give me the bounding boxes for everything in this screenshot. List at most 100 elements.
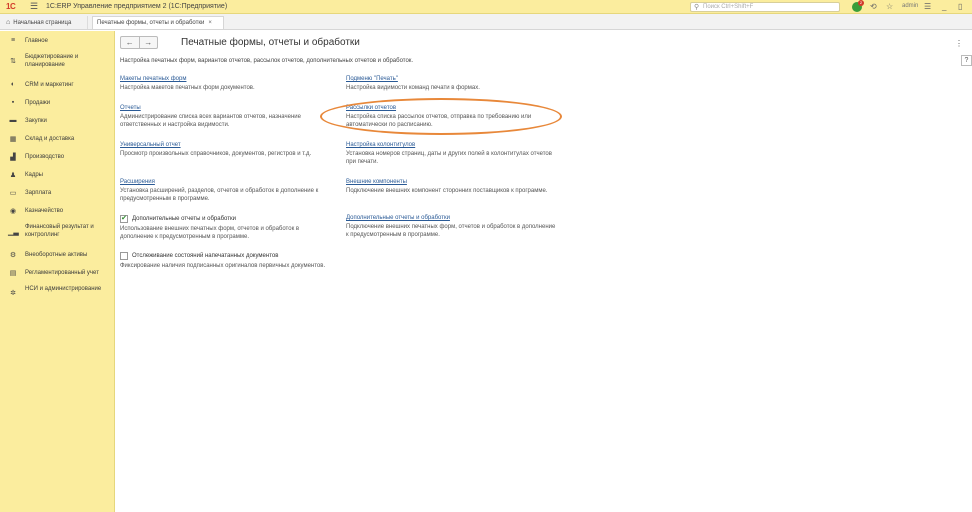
sidebar-item-budgeting[interactable]: ⇅ Бюджетирование и планирование [0,53,115,71]
sidebar-item-finance[interactable]: ▁▃ Финансовый результат и контроллинг [0,223,115,241]
search-input[interactable]: ⚲ Поиск Ctrl+Shift+F [690,2,840,12]
production-icon: ▟ [10,154,16,161]
additional-reports-section: Дополнительные отчеты и обработки Подклю… [346,215,556,239]
sales-icon: ▪ [11,99,15,106]
page-title: Печатные формы, отчеты и обработки [181,37,360,48]
sidebar-item-treasury[interactable]: ◉ Казначейство [0,205,115,217]
favorites-icon[interactable]: ☆ [886,2,893,11]
headers-footers-section: Настройка колонтитулов Установка номеров… [346,142,556,166]
sidebar-item-label: Финансовый результат и контроллинг [25,224,94,238]
sidebar-item-label: Внеоборотные активы [25,252,88,258]
print-tracking-checkbox-label[interactable]: Отслеживание состояний напечатанных доку… [132,253,278,259]
help-button[interactable]: ? [961,55,972,66]
print-templates-desc: Настройка макетов печатных форм документ… [120,85,255,91]
more-actions-button[interactable]: ⋮ [955,39,963,48]
print-templates-link[interactable]: Макеты печатных форм [120,76,330,82]
nav-buttons: ← → [120,36,158,49]
additional-reports-checkbox-label[interactable]: Дополнительные отчеты и обработки [132,216,236,222]
print-tracking-desc: Фиксирование наличия подписанных оригина… [120,263,326,269]
sidebar-item-label: Бюджетирование и планирование [25,54,79,68]
accounting-icon: ▤ [9,270,17,277]
extensions-desc: Установка расширений, разделов, отчетов … [120,188,319,202]
menu-icon: ≡ [10,37,16,44]
external-components-section: Внешние компоненты Подключение внешних к… [346,179,556,195]
extensions-section: Расширения Установка расширений, раздело… [120,179,330,203]
sidebar-item-label: Производство [25,154,65,160]
search-placeholder: Поиск Ctrl+Shift+F [703,4,754,10]
page-subtitle: Настройка печатных форм, вариантов отчет… [120,58,414,64]
additional-reports-link[interactable]: Дополнительные отчеты и обработки [346,215,556,221]
hr-icon: ♟ [9,172,17,179]
sidebar-item-label: Склад и доставка [25,136,75,142]
purchases-icon: ▬ [9,117,17,124]
sidebar-item-label: Продажи [25,100,51,106]
sidebar-item-sales[interactable]: ▪ Продажи [0,97,115,109]
print-templates-section: Макеты печатных форм Настройка макетов п… [120,76,330,92]
sidebar-item-label: CRM и маркетинг [25,82,74,88]
menu-icon[interactable]: ☰ [30,1,38,12]
search-icon: ⚲ [694,4,700,11]
print-submenu-section: Подменю "Печать" Настройка видимости ком… [346,76,556,92]
sidebar-item-salary[interactable]: ▭ Зарплата [0,187,115,199]
back-button[interactable]: ← [121,37,140,48]
salary-icon: ▭ [9,190,17,197]
reports-section: Отчеты Администрирование списка всех вар… [120,105,330,129]
user-name[interactable]: admin [902,3,918,9]
sidebar-item-production[interactable]: ▟ Производство [0,151,115,163]
tab-print-forms[interactable]: Печатные формы, отчеты и обработки × [92,16,224,29]
headers-footers-desc: Установка номеров страниц, даты и других… [346,151,552,165]
top-bar: 1C ☰ 1С:ERP Управление предприятием 2 (1… [0,0,972,14]
print-tracking-option: Отслеживание состояний напечатанных доку… [120,252,330,270]
settings-menu-icon[interactable]: ☰ [924,2,931,11]
settings-icon: ✲ [10,290,16,297]
additional-reports-checkbox[interactable]: ✔ [120,215,128,223]
sidebar-item-label: Кадры [25,172,43,178]
headers-footers-link[interactable]: Настройка колонтитулов [346,142,556,148]
tab-print-forms-label: Печатные формы, отчеты и обработки [97,20,205,26]
sidebar-item-crm[interactable]: ◐ CRM и маркетинг [0,79,115,91]
sidebar-item-admin[interactable]: ✲ НСИ и администрирование [0,285,115,303]
assets-icon: ⚙ [9,252,17,259]
additional-reports-option-desc: Использование внешних печатных форм, отч… [120,226,300,240]
restore-icon[interactable]: ▯ [958,2,962,11]
print-tracking-checkbox[interactable] [120,252,128,260]
app-title: 1С:ERP Управление предприятием 2 (1С:Пре… [46,3,228,10]
sidebar-item-main[interactable]: ≡ Главное [0,35,115,47]
crm-icon: ◐ [10,81,16,88]
tab-home[interactable]: ⌂ Начальная страница [2,16,88,29]
reports-link[interactable]: Отчеты [120,105,330,111]
minimize-icon[interactable]: _ [942,2,946,11]
print-submenu-link[interactable]: Подменю "Печать" [346,76,556,82]
additional-reports-desc: Подключение внешних печатных форм, отчет… [346,224,556,238]
finance-icon: ▁▃ [8,229,19,236]
close-icon[interactable]: × [208,20,212,26]
external-components-desc: Подключение внешних компонент сторонних … [346,188,548,194]
extensions-link[interactable]: Расширения [120,179,330,185]
sidebar-item-label: Казначейство [25,208,64,214]
sidebar-item-accounting[interactable]: ▤ Регламентированный учет [0,267,115,279]
tab-bar: ⌂ Начальная страница Печатные формы, отче… [0,14,972,30]
external-components-link[interactable]: Внешние компоненты [346,179,556,185]
print-submenu-desc: Настройка видимости команд печати в форм… [346,85,480,91]
notifications-badge: 2 [858,0,864,6]
sidebar-item-label: НСИ и администрирование [25,286,102,292]
highlight-annotation [320,98,562,135]
main-content: ← → Печатные формы, отчеты и обработки ⋮… [115,31,972,512]
forward-button[interactable]: → [140,37,158,48]
sidebar-item-label: Закупки [25,118,47,124]
universal-report-link[interactable]: Универсальный отчет [120,142,330,148]
sidebar-item-label: Главное [25,38,48,44]
sidebar-item-hr[interactable]: ♟ Кадры [0,169,115,181]
sidebar-item-assets[interactable]: ⚙ Внеоборотные активы [0,249,115,261]
treasury-icon: ◉ [9,208,17,215]
reports-desc: Администрирование списка всех вариантов … [120,114,301,128]
warehouse-icon: ▦ [9,136,17,143]
tab-home-label: Начальная страница [13,20,72,26]
universal-report-desc: Просмотр произвольных справочников, доку… [120,151,312,157]
sidebar-item-purchases[interactable]: ▬ Закупки [0,115,115,127]
app-logo[interactable]: 1C [6,2,16,11]
sidebar-item-label: Регламентированный учет [25,270,99,276]
sidebar-item-warehouse[interactable]: ▦ Склад и доставка [0,133,115,145]
budget-icon: ⇅ [10,58,16,65]
history-icon[interactable]: ⟲ [870,2,877,11]
